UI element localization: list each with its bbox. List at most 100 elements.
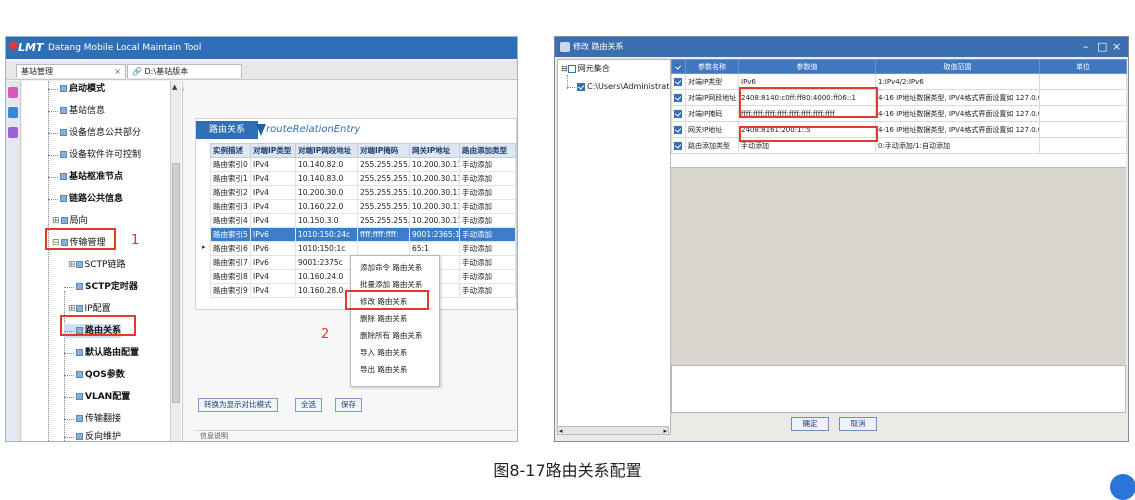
tree-node[interactable]: 传输翻接 [64, 412, 121, 426]
table-row[interactable]: 路由索引5 IPv6 1010:150:24c ffff:ffff:ffff: 9001… [210, 227, 516, 242]
tree-node[interactable]: 启动模式 [48, 82, 105, 96]
table-row[interactable]: 路由索引6 IPv6 1010:150:1c 65:1 手动添加 [210, 241, 516, 256]
close-icon[interactable]: × [114, 65, 121, 79]
tree-node[interactable]: SCTP定时器 [64, 280, 138, 294]
column-header[interactable]: 单位 [1039, 59, 1127, 74]
collapse-icon[interactable]: ⊟ [561, 64, 568, 73]
menu-item-delete-all[interactable]: 删除所有 路由关系 [360, 328, 422, 344]
menu-item-import[interactable]: 导入 路由关系 [360, 345, 407, 361]
tree-node[interactable]: 基站枢准节点 [48, 170, 123, 184]
node-icon [60, 85, 67, 92]
table-cell: 手动添加 [459, 283, 516, 298]
column-header[interactable]: 参数名称 [685, 59, 739, 74]
table-row[interactable]: 路由索引2 IPv4 10.200.30.0 255.255.255.0 10.200.… [210, 185, 516, 200]
checkbox-icon[interactable] [674, 141, 682, 150]
column-header[interactable]: 参数值 [738, 59, 876, 74]
tool-icon[interactable] [8, 107, 18, 118]
tab-bar: 基站管理 × 🔗 D:\基站版本\205.05\gnb_ × [6, 61, 517, 90]
tree-node[interactable]: ⊞ IP配置 [64, 302, 111, 316]
tree-node[interactable]: 默认路由配置 [64, 346, 139, 360]
tree-hscrollbar[interactable]: ◂ ▸ [557, 426, 669, 435]
param-unit [1039, 89, 1127, 106]
route-tab[interactable]: 路由关系 [196, 121, 258, 139]
tree-node[interactable]: ⊞ 局向 [48, 214, 88, 228]
table-cell: 10.160.22.0 [295, 199, 358, 214]
table-row[interactable]: 路由索引3 IPv4 10.160.22.0 255.255.255.0 10.200.… [210, 199, 516, 214]
scroll-up-icon[interactable]: ▲ [172, 83, 177, 91]
scroll-right-icon[interactable]: ▸ [663, 427, 667, 435]
tool-icon[interactable] [8, 87, 18, 98]
row-checkbox[interactable] [671, 73, 686, 90]
column-header[interactable]: 实例描述 [210, 143, 251, 158]
column-header[interactable]: 取值范围 [875, 59, 1040, 74]
table-cell: 255.255.255.0 [357, 157, 410, 172]
checkbox-icon[interactable] [577, 82, 585, 91]
tab-gnb-file[interactable]: 🔗 D:\基站版本\205.05\gnb_ × [127, 64, 242, 90]
table-cell: 255.255.255.0 [357, 171, 410, 186]
minimize-icon[interactable]: – [1083, 37, 1089, 57]
param-range: 4-16 IP地址数据类型, IPV4格式界面设置如 127.0.0 [875, 121, 1040, 138]
table-row[interactable]: 路由索引4 IPv4 10.150.3.0 255.255.255.0 10.200.3… [210, 213, 516, 228]
row-checkbox[interactable] [671, 89, 686, 106]
tree-node[interactable]: ⊞ SCTP链路 [64, 258, 125, 272]
row-checkbox[interactable] [671, 137, 686, 154]
ok-button[interactable]: 确定 [791, 417, 829, 431]
tab-station-manage[interactable]: 基站管理 × [16, 64, 126, 78]
node-icon [60, 173, 67, 180]
column-header[interactable]: 对端IP掩码 [357, 143, 410, 158]
tree-node[interactable]: QOS参数 [64, 368, 125, 382]
select-all-button[interactable]: 全选 [295, 398, 322, 412]
column-header[interactable]: 对端IP类型 [250, 143, 296, 158]
close-icon[interactable]: × [1112, 37, 1121, 57]
toggle-compare-button[interactable]: 转换为显示对比模式 [198, 398, 278, 412]
table-cell: 9001:2375c [295, 255, 358, 270]
checkbox-icon[interactable] [674, 109, 682, 118]
tree-root[interactable]: ⊟ 网元集合 [561, 62, 610, 76]
node-icon [60, 195, 67, 202]
checkbox-icon[interactable] [674, 77, 682, 86]
menu-item-export[interactable]: 导出 路由关系 [360, 362, 407, 378]
checkbox-icon[interactable] [674, 93, 682, 102]
row-checkbox[interactable] [671, 121, 686, 138]
tree-node[interactable]: 基站信息 [48, 104, 105, 118]
expand-icon[interactable]: ⊞ [52, 216, 60, 226]
scroll-thumb[interactable] [172, 163, 180, 403]
table-cell: 路由索引2 [210, 185, 251, 200]
checkbox-icon[interactable] [674, 125, 682, 134]
lmt-logo: LMT [18, 37, 43, 59]
table-row[interactable]: 路由索引0 IPv4 10.140.82.0 255.255.255.0 10.200.… [210, 157, 516, 172]
expand-icon[interactable]: ⊞ [68, 260, 76, 270]
highlight-box-transport [45, 228, 116, 250]
tree-node[interactable]: VLAN配置 [64, 390, 130, 404]
table-cell: IPv4 [250, 185, 296, 200]
table-cell: 10.150.3.0 [295, 213, 358, 228]
checkbox-icon[interactable] [674, 62, 682, 71]
row-checkbox[interactable] [671, 105, 686, 122]
tree-scrollbar[interactable]: ▲ [170, 81, 181, 441]
table-cell: 手动添加 [459, 157, 516, 172]
checkbox-icon[interactable] [567, 64, 576, 73]
menu-item-add[interactable]: 添加命令 路由关系 [360, 260, 422, 276]
column-header[interactable]: 网关IP地址 [409, 143, 460, 158]
grid-empty-area [671, 167, 1126, 366]
table-cell: 手动添加 [459, 241, 516, 256]
help-button[interactable] [1110, 474, 1135, 500]
tree-node[interactable]: 设备软件许可控制 [48, 148, 141, 162]
column-header[interactable]: 对端IP网段地址 [295, 143, 358, 158]
tool-icon[interactable] [8, 127, 18, 138]
node-icon [76, 415, 83, 422]
expand-icon[interactable]: ⊞ [68, 304, 76, 314]
cancel-button[interactable]: 取消 [839, 417, 877, 431]
tree-node[interactable]: 链路公共信息 [48, 192, 123, 206]
menu-item-delete[interactable]: 删除 路由关系 [360, 311, 407, 327]
table-cell: 10.200.30.113 [409, 199, 460, 214]
tree-node[interactable]: 设备信息公共部分 [48, 126, 141, 140]
column-header[interactable]: 路由添加类型 [459, 143, 516, 158]
maximize-icon[interactable]: □ [1097, 37, 1107, 57]
tree-child[interactable]: C:\Users\Administrat [567, 80, 669, 94]
scroll-left-icon[interactable]: ◂ [559, 427, 563, 435]
select-all-header[interactable] [671, 59, 686, 74]
save-button[interactable]: 保存 [335, 398, 362, 412]
tree-node[interactable]: 反向维护 [64, 430, 121, 441]
table-row[interactable]: 路由索引1 IPv4 10.140.83.0 255.255.255.0 10.200.… [210, 171, 516, 186]
